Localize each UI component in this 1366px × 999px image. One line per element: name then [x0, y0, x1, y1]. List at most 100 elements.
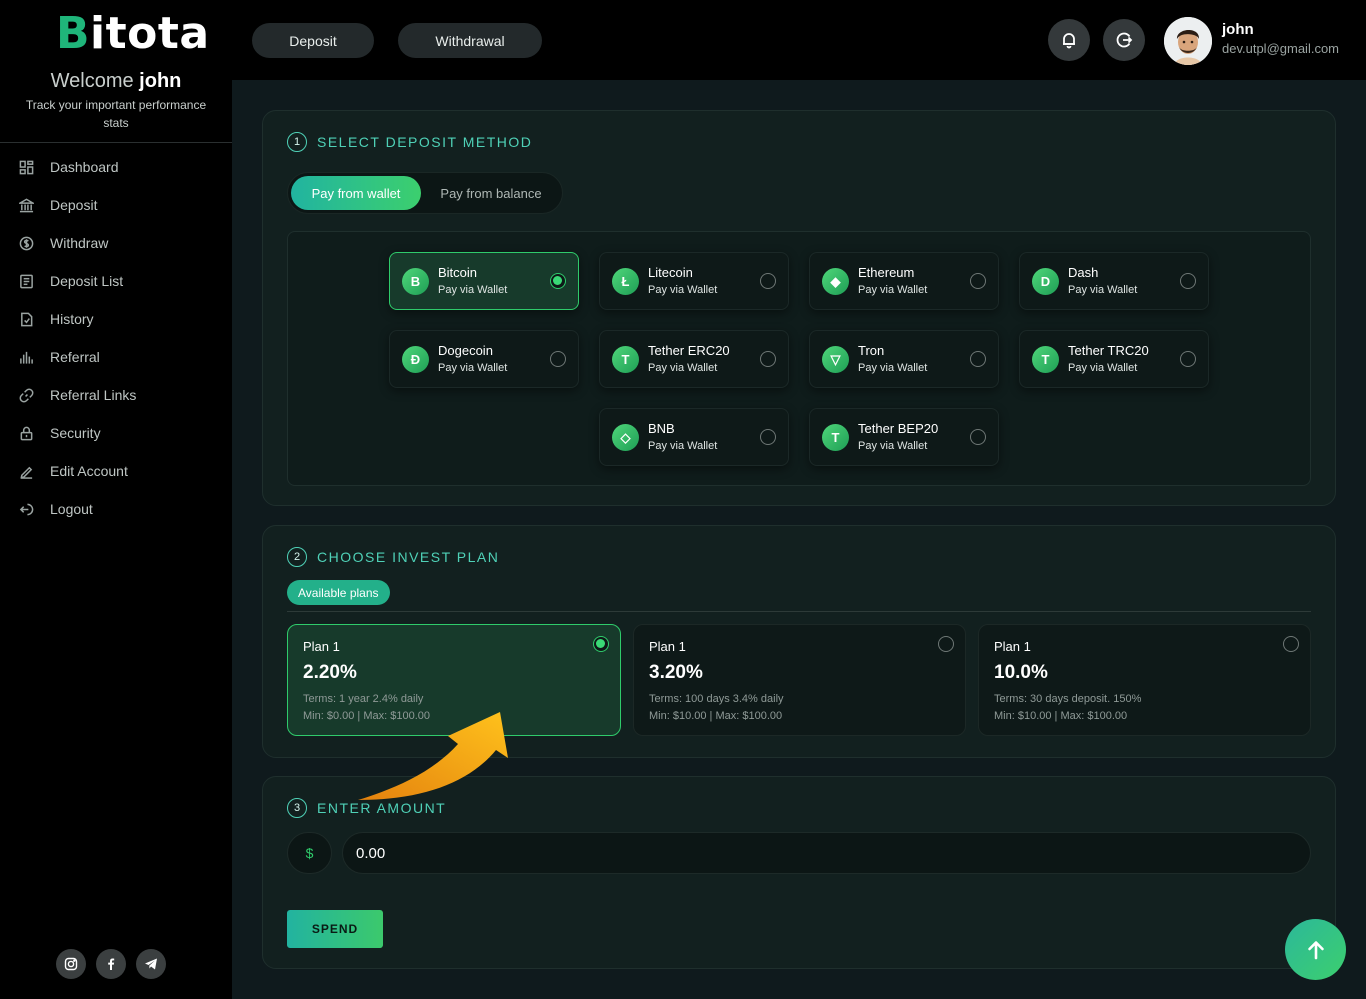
bank-icon	[18, 197, 34, 213]
logout-top-button[interactable]	[1103, 19, 1145, 61]
arrow-up-icon	[1307, 940, 1324, 959]
user-name: john	[1222, 21, 1254, 38]
pay-from-balance-tab[interactable]: Pay from balance	[421, 176, 561, 210]
coin-name: Tether ERC20	[648, 343, 730, 358]
coin-radio[interactable]	[760, 273, 776, 289]
bar-chart-icon	[18, 349, 34, 365]
coin-options: B Bitcoin Pay via Wallet Ł Litecoin Pay …	[287, 231, 1311, 486]
sidebar-item-label: Dashboard	[50, 159, 119, 175]
avatar[interactable]	[1164, 17, 1212, 65]
plan-radio[interactable]	[593, 636, 609, 652]
coin-radio[interactable]	[1180, 351, 1196, 367]
section-title: SELECT DEPOSIT METHOD	[317, 134, 533, 150]
spend-button[interactable]: SPEND	[287, 910, 383, 948]
dashboard-icon	[18, 159, 34, 175]
coin-option-bnb[interactable]: ◇ BNB Pay via Wallet	[599, 408, 789, 466]
plan-name: Plan 1	[303, 639, 340, 654]
sidebar-item-withdraw[interactable]: Withdraw	[0, 224, 232, 262]
coin-subtitle: Pay via Wallet	[438, 284, 508, 296]
brand-logo[interactable]: Bitota	[56, 8, 210, 59]
pay-from-wallet-tab[interactable]: Pay from wallet	[291, 176, 421, 210]
welcome-text: Welcome	[50, 70, 134, 92]
sidebar-item-label: Deposit	[50, 197, 98, 213]
coin-radio[interactable]	[550, 273, 566, 289]
coin-name: Litecoin	[648, 265, 693, 280]
bell-icon	[1063, 33, 1075, 49]
sidebar-item-label: Logout	[50, 501, 93, 517]
sidebar-item-label: Security	[50, 425, 101, 441]
plan-terms: Terms: 100 days 3.4% daily	[649, 693, 784, 705]
sidebar-item-deposit-list[interactable]: Deposit List	[0, 262, 232, 300]
plan-min-max: Min: $10.00 | Max: $100.00	[994, 710, 1128, 722]
history-icon	[18, 311, 34, 327]
coin-radio[interactable]	[550, 351, 566, 367]
social-links	[56, 949, 166, 979]
sidebar-item-logout[interactable]: Logout	[0, 490, 232, 528]
coin-option-tron[interactable]: ▽ Tron Pay via Wallet	[809, 330, 999, 388]
deposit-method-card: 1 SELECT DEPOSIT METHOD Pay from wallet …	[262, 110, 1336, 506]
coin-option-dogecoin[interactable]: Ð Dogecoin Pay via Wallet	[389, 330, 579, 388]
scroll-to-top-button[interactable]	[1285, 919, 1346, 980]
coin-radio[interactable]	[970, 351, 986, 367]
pencil-icon	[18, 463, 34, 479]
coin-subtitle: Pay via Wallet	[858, 284, 928, 296]
sidebar-item-referral-links[interactable]: Referral Links	[0, 376, 232, 414]
coin-name: Ethereum	[858, 265, 915, 280]
coin-radio[interactable]	[970, 429, 986, 445]
deposit-button[interactable]: Deposit	[252, 23, 374, 58]
facebook-icon[interactable]	[96, 949, 126, 979]
coin-option-tether-erc20[interactable]: T Tether ERC20 Pay via Wallet	[599, 330, 789, 388]
plan-card[interactable]: Plan 1 3.20% Terms: 100 days 3.4% daily …	[633, 624, 966, 736]
logout-icon	[1116, 32, 1133, 48]
link-icon	[18, 387, 34, 403]
sidebar-item-label: Referral Links	[50, 387, 137, 403]
plan-radio[interactable]	[1283, 636, 1299, 652]
sidebar-item-security[interactable]: Security	[0, 414, 232, 452]
sidebar: Bitota Welcome john Track your important…	[0, 0, 232, 999]
bitcoin-icon: B	[402, 268, 429, 295]
logo-letter: B	[56, 8, 91, 59]
plan-rate: 3.20%	[649, 662, 703, 683]
instagram-icon[interactable]	[56, 949, 86, 979]
coin-name: Dogecoin	[438, 343, 493, 358]
telegram-icon[interactable]	[136, 949, 166, 979]
sidebar-nav: Dashboard Deposit Withdraw Deposit List …	[0, 148, 232, 528]
coin-radio[interactable]	[760, 351, 776, 367]
coin-option-dash[interactable]: D Dash Pay via Wallet	[1019, 252, 1209, 310]
plan-min-max: Min: $10.00 | Max: $100.00	[649, 710, 783, 722]
sidebar-item-history[interactable]: History	[0, 300, 232, 338]
coin-subtitle: Pay via Wallet	[648, 362, 718, 374]
coin-option-tether-trc20[interactable]: T Tether TRC20 Pay via Wallet	[1019, 330, 1209, 388]
coin-name: Tron	[858, 343, 885, 358]
tether-icon: T	[1032, 346, 1059, 373]
coin-radio[interactable]	[1180, 273, 1196, 289]
coin-option-bitcoin[interactable]: B Bitcoin Pay via Wallet	[389, 252, 579, 310]
coin-option-ethereum[interactable]: ◆ Ethereum Pay via Wallet	[809, 252, 999, 310]
plan-radio[interactable]	[938, 636, 954, 652]
amount-input[interactable]: 0.00	[342, 832, 1311, 874]
welcome-username: john	[139, 70, 182, 92]
sidebar-item-referral[interactable]: Referral	[0, 338, 232, 376]
sidebar-item-dashboard[interactable]: Dashboard	[0, 148, 232, 186]
sidebar-item-label: History	[50, 311, 94, 327]
coin-subtitle: Pay via Wallet	[1068, 284, 1138, 296]
coin-name: BNB	[648, 421, 675, 436]
coin-name: Dash	[1068, 265, 1099, 280]
coin-option-litecoin[interactable]: Ł Litecoin Pay via Wallet	[599, 252, 789, 310]
notifications-button[interactable]	[1048, 19, 1090, 61]
plan-rate: 10.0%	[994, 662, 1048, 683]
coin-name: Tether BEP20	[858, 421, 939, 436]
dogecoin-icon: Ð	[402, 346, 429, 373]
coin-radio[interactable]	[970, 273, 986, 289]
sidebar-item-deposit[interactable]: Deposit	[0, 186, 232, 224]
plan-name: Plan 1	[994, 639, 1031, 654]
coin-option-tether-bep20[interactable]: T Tether BEP20 Pay via Wallet	[809, 408, 999, 466]
coin-radio[interactable]	[760, 429, 776, 445]
plan-card[interactable]: Plan 1 10.0% Terms: 30 days deposit. 150…	[978, 624, 1311, 736]
lock-icon	[18, 425, 34, 441]
sidebar-item-edit-account[interactable]: Edit Account	[0, 452, 232, 490]
available-plans-tab[interactable]: Available plans	[287, 580, 390, 605]
tether-icon: T	[822, 424, 849, 451]
ethereum-icon: ◆	[822, 268, 849, 295]
withdrawal-button[interactable]: Withdrawal	[398, 23, 542, 58]
